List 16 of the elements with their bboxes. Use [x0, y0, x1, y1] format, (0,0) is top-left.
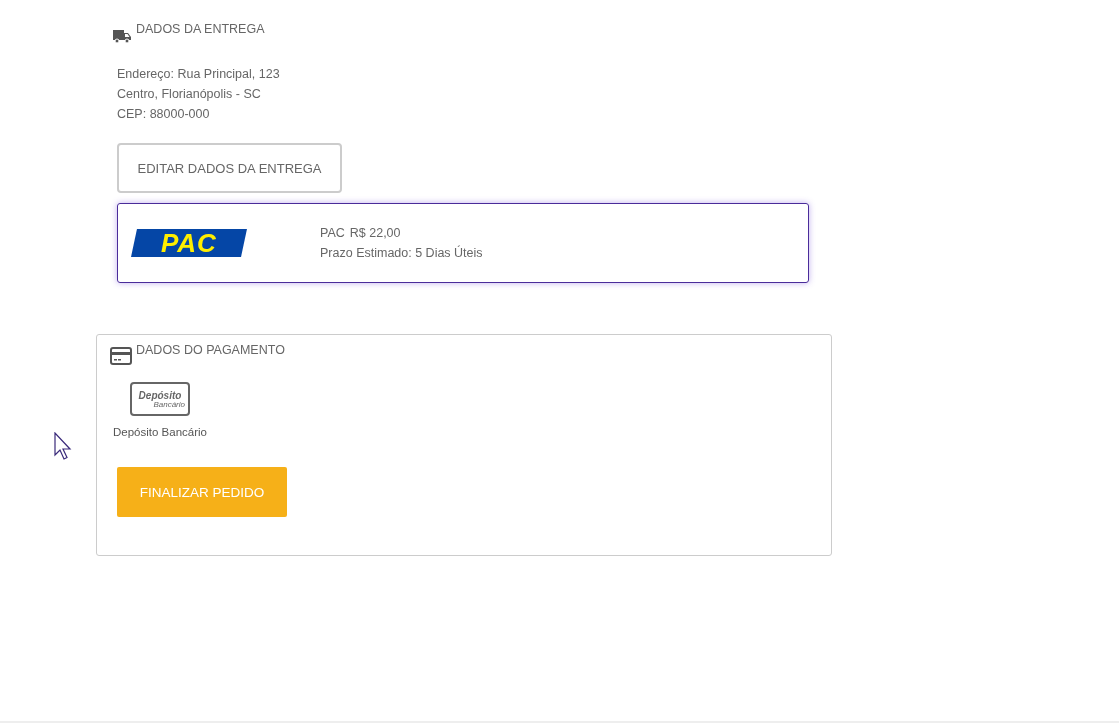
payment-method-logo: Depósito Bancário	[130, 382, 190, 416]
shipping-logo: PAC	[131, 229, 247, 257]
shipping-option-card[interactable]: PAC PAC R$ 22,00 Prazo Estimado: 5 Dias Úteis	[117, 203, 809, 283]
payment-method-option[interactable]: Depósito Bancário Depósito Bancário	[110, 381, 210, 439]
section-title: DADOS DA ENTREGA	[136, 22, 265, 36]
shipping-name: PAC	[320, 225, 345, 242]
section-title: DADOS DO PAGAMENTO	[136, 343, 285, 357]
address-line: CEP: 88000-000	[117, 106, 211, 123]
address-line: Centro, Florianópolis - SC	[117, 86, 262, 103]
shipping-price: R$ 22,00	[349, 225, 401, 242]
address-line: Endereço: Rua Principal, 123	[117, 66, 281, 83]
edit-delivery-button[interactable]: EDITAR DADOS DA ENTREGA	[117, 143, 342, 193]
credit-card-icon	[110, 347, 132, 365]
truck-icon	[112, 28, 132, 44]
mouse-pointer-icon	[54, 432, 72, 460]
shipping-estimate: Prazo Estimado: 5 Dias Úteis	[320, 244, 483, 262]
